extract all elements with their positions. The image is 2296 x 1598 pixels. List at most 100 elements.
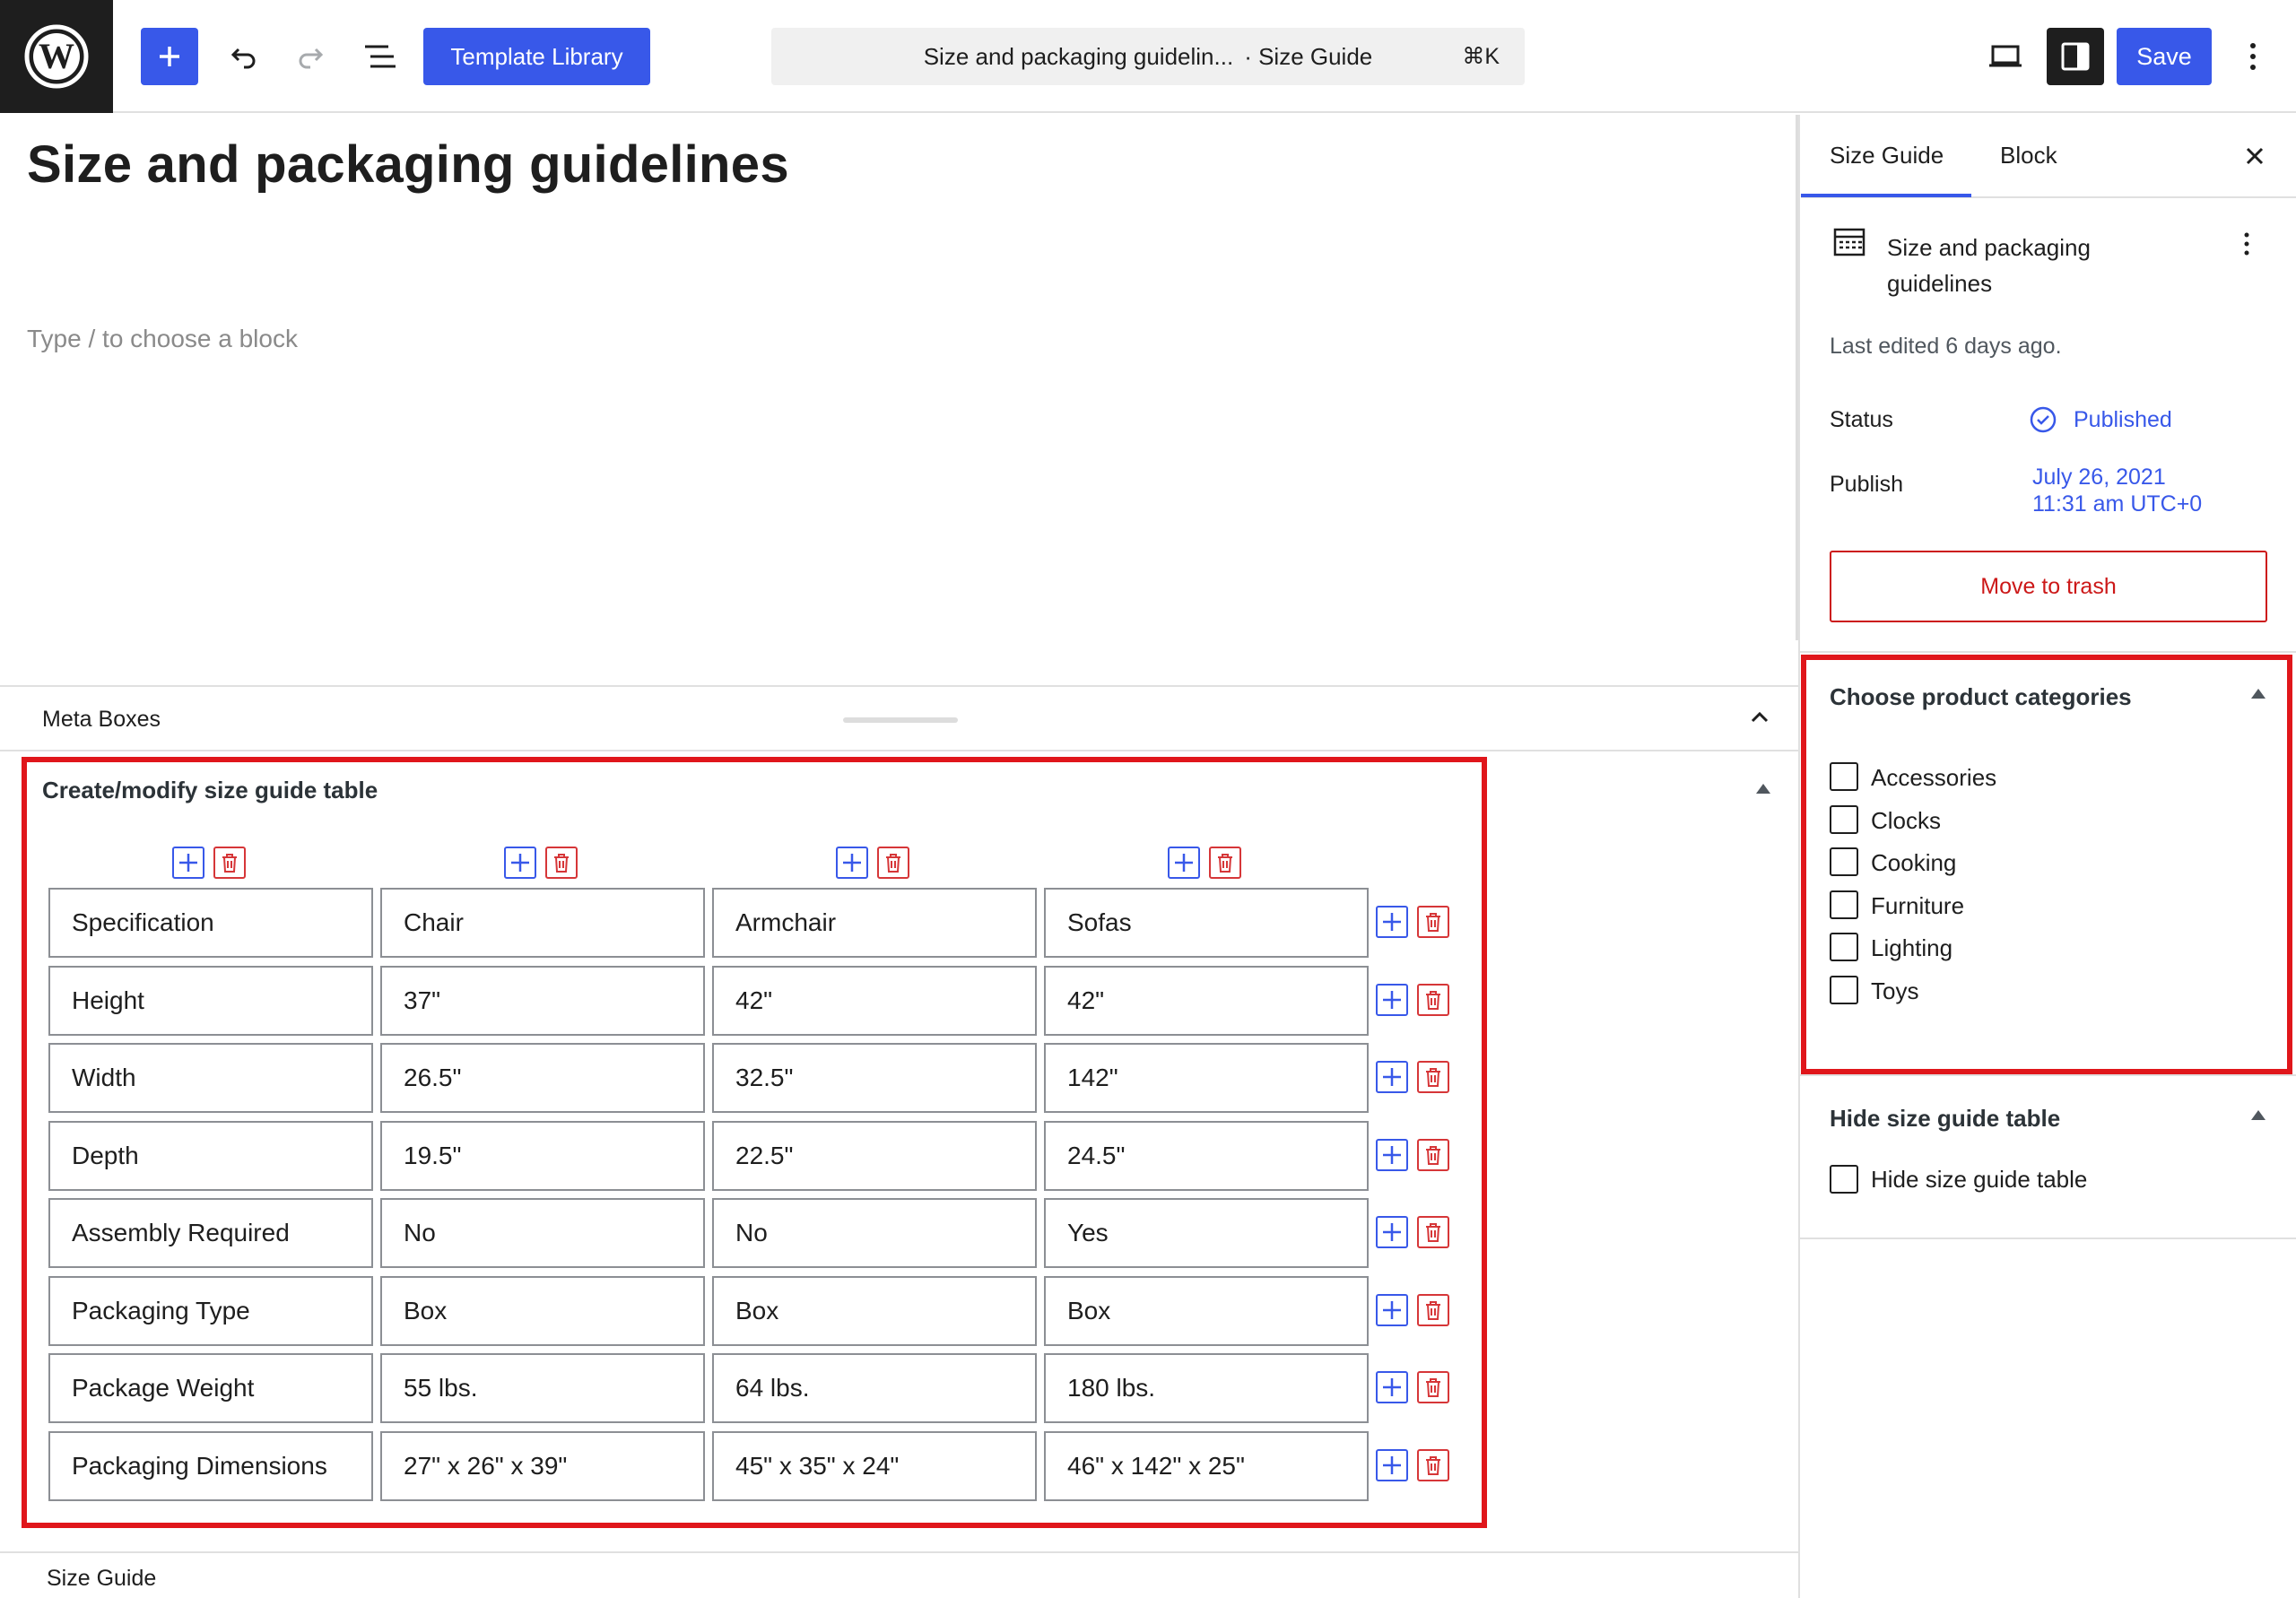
table-cell-input[interactable]: Height: [48, 965, 373, 1036]
redo-button[interactable]: [282, 28, 339, 85]
add-row-button[interactable]: [1376, 1138, 1408, 1171]
sidebar-divider: [1800, 1238, 2296, 1239]
post-title[interactable]: Size and packaging guidelines: [27, 135, 789, 195]
delete-column-button[interactable]: [1209, 847, 1241, 879]
publish-time-link[interactable]: 11:31 am UTC+0: [2032, 491, 2202, 517]
preview-button[interactable]: [1977, 28, 2034, 85]
add-block-button[interactable]: [141, 28, 198, 85]
table-cell-input[interactable]: Armchair: [712, 888, 1037, 958]
table-cell-input[interactable]: Width: [48, 1043, 373, 1113]
delete-row-button[interactable]: [1417, 1138, 1449, 1171]
table-cell-input[interactable]: Packaging Type: [48, 1275, 373, 1346]
plus-icon: [1383, 1455, 1401, 1474]
delete-row-button[interactable]: [1417, 1371, 1449, 1403]
collapse-toggle-icon[interactable]: [2251, 1110, 2266, 1120]
table-cell-input[interactable]: 46" x 142" x 25": [1044, 1430, 1369, 1501]
add-column-button[interactable]: [1168, 847, 1200, 879]
table-cell-input[interactable]: 180 lbs.: [1044, 1353, 1369, 1423]
category-checkbox[interactable]: [1830, 890, 1858, 919]
add-row-button[interactable]: [1376, 1371, 1408, 1403]
desktop-preview-icon: [1989, 45, 2022, 67]
table-cell-input[interactable]: Package Weight: [48, 1353, 373, 1423]
tab-block[interactable]: Block: [2000, 142, 2057, 169]
status-value-link[interactable]: Published: [2074, 407, 2172, 433]
table-cell-input[interactable]: Packaging Dimensions: [48, 1430, 373, 1501]
table-cell-input[interactable]: 26.5": [380, 1043, 705, 1113]
add-row-button[interactable]: [1376, 1448, 1408, 1481]
chevron-up-icon[interactable]: [1745, 703, 1774, 732]
category-checkbox[interactable]: [1830, 847, 1858, 877]
delete-row-button[interactable]: [1417, 1448, 1449, 1481]
tab-size-guide[interactable]: Size Guide: [1830, 142, 1944, 169]
table-cell-input[interactable]: 142": [1044, 1043, 1369, 1113]
breadcrumb-item[interactable]: Size Guide: [47, 1566, 156, 1592]
delete-row-button[interactable]: [1417, 906, 1449, 938]
table-cell-input[interactable]: 19.5": [380, 1120, 705, 1191]
more-vertical-icon[interactable]: [2233, 226, 2260, 262]
svg-text:W: W: [39, 36, 74, 76]
undo-button[interactable]: [215, 28, 273, 85]
category-checkbox[interactable]: [1830, 976, 1858, 1004]
add-row-button[interactable]: [1376, 983, 1408, 1016]
table-cell-input[interactable]: Specification: [48, 888, 373, 958]
table-cell-input[interactable]: Assembly Required: [48, 1198, 373, 1268]
delete-row-button[interactable]: [1417, 983, 1449, 1016]
sidebar-divider: [1800, 651, 2296, 653]
delete-row-button[interactable]: [1417, 1216, 1449, 1248]
table-cell-input[interactable]: Yes: [1044, 1198, 1369, 1268]
table-cell-input[interactable]: 42": [712, 965, 1037, 1036]
close-icon[interactable]: [2240, 142, 2269, 170]
category-checkbox[interactable]: [1830, 804, 1858, 834]
table-cell-input[interactable]: 24.5": [1044, 1120, 1369, 1191]
delete-column-button[interactable]: [213, 847, 246, 879]
trash-icon: [1426, 1068, 1440, 1087]
table-cell-input[interactable]: Sofas: [1044, 888, 1369, 958]
add-column-button[interactable]: [172, 847, 204, 879]
settings-toggle-button[interactable]: [2047, 28, 2104, 85]
category-label: Furniture: [1871, 891, 1965, 919]
publish-date-link[interactable]: July 26, 2021: [2032, 465, 2166, 491]
block-placeholder[interactable]: Type / to choose a block: [27, 325, 298, 353]
table-cell-input[interactable]: 37": [380, 965, 705, 1036]
document-overview-button[interactable]: [352, 28, 409, 85]
table-cell-input[interactable]: Depth: [48, 1120, 373, 1191]
category-checkbox[interactable]: [1830, 762, 1858, 791]
delete-column-button[interactable]: [545, 847, 578, 879]
trash-icon: [1426, 1223, 1440, 1242]
wordpress-logo-icon[interactable]: W: [0, 0, 113, 113]
table-cell-input[interactable]: Chair: [380, 888, 705, 958]
collapse-toggle-icon[interactable]: [2251, 689, 2266, 699]
delete-row-button[interactable]: [1417, 1293, 1449, 1326]
category-checkbox[interactable]: [1830, 933, 1858, 962]
redo-icon: [299, 48, 324, 69]
table-cell-input[interactable]: No: [380, 1198, 705, 1268]
table-cell-input[interactable]: 42": [1044, 965, 1369, 1036]
table-cell-input[interactable]: Box: [380, 1275, 705, 1346]
template-library-button[interactable]: Template Library: [423, 28, 650, 85]
table-cell-input[interactable]: 64 lbs.: [712, 1353, 1037, 1423]
delete-column-button[interactable]: [877, 847, 909, 879]
add-row-button[interactable]: [1376, 906, 1408, 938]
table-cell-input[interactable]: 32.5": [712, 1043, 1037, 1113]
hide-table-checkbox[interactable]: [1830, 1165, 1858, 1194]
table-cell-input[interactable]: 45" x 35" x 24": [712, 1430, 1037, 1501]
add-row-button[interactable]: [1376, 1061, 1408, 1093]
command-palette-bar[interactable]: Size and packaging guidelin... · Size Gu…: [771, 28, 1525, 85]
add-column-button[interactable]: [504, 847, 536, 879]
save-button[interactable]: Save: [2117, 28, 2212, 85]
table-cell-input[interactable]: 22.5": [712, 1120, 1037, 1191]
meta-boxes-resize-handle[interactable]: [843, 717, 958, 723]
table-cell-input[interactable]: No: [712, 1198, 1037, 1268]
move-to-trash-button[interactable]: Move to trash: [1830, 551, 2267, 622]
table-cell-input[interactable]: Box: [1044, 1275, 1369, 1346]
table-cell-input[interactable]: Box: [712, 1275, 1037, 1346]
collapse-toggle-icon[interactable]: [1756, 784, 1770, 794]
add-row-button[interactable]: [1376, 1216, 1408, 1248]
delete-row-button[interactable]: [1417, 1061, 1449, 1093]
sidebar-icon: [2061, 42, 2090, 71]
add-column-button[interactable]: [836, 847, 868, 879]
options-menu-button[interactable]: [2224, 28, 2282, 85]
table-cell-input[interactable]: 55 lbs.: [380, 1353, 705, 1423]
add-row-button[interactable]: [1376, 1293, 1408, 1326]
table-cell-input[interactable]: 27" x 26" x 39": [380, 1430, 705, 1501]
